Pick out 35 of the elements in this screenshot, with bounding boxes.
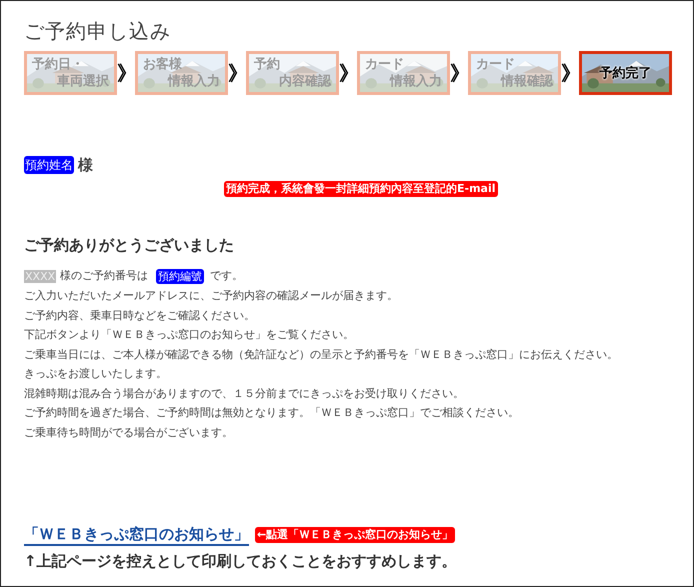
body-text: 混雑時期は混み合う場合がありますので、１５分前までにきっぷをお受け取りください。: [24, 386, 465, 402]
honorific-label: 様: [78, 154, 93, 176]
step-label: 内容確認: [278, 73, 331, 90]
body-text: です。: [210, 268, 244, 284]
step-separator: 》: [339, 60, 357, 87]
step-label: 情報入力: [166, 73, 220, 90]
print-advice-text: ↑上記ページを控えとして印刷しておくことをおすすめします。: [24, 551, 458, 572]
step-label: お客様: [143, 56, 183, 73]
annotation-note: 預約完成，系統會發一封詳細預約內容至登記的E-mail: [224, 181, 498, 197]
page-title: ご予約申し込み: [24, 19, 172, 43]
step-label: 予約日・: [32, 56, 85, 73]
section-heading: ご予約ありがとうございました: [24, 235, 235, 255]
body-text: 様のご予約番号は: [60, 268, 148, 284]
body-text: ご乗車待ち時間がでる場合がございます。: [24, 424, 234, 440]
step-label: カード: [476, 56, 516, 73]
step-label: 情報入力: [388, 73, 442, 90]
step-separator: 》: [117, 60, 135, 87]
body-text: ご予約時間を過ぎた場合、ご予約時間は無効となります。「ＷＥＢきっぷ窓口」でご相談ください。: [24, 405, 520, 421]
reservation-number-tag: 預約編號: [156, 269, 204, 284]
notice-link[interactable]: 「ＷＥＢきっぷ窓口のお知らせ」: [24, 524, 249, 546]
body-text: 下記ボタンより「ＷＥＢきっぷ窓口のお知らせ」をご覧ください。: [24, 327, 355, 343]
step-separator: 》: [228, 60, 246, 87]
step-separator: 》: [561, 60, 579, 87]
body-text: ご入力いただいたメールアドレスに、ご予約内容の確認メールが届きます。: [24, 288, 399, 304]
body-text: ご予約内容、乗車日時などをご確認ください。: [24, 308, 256, 324]
step-label: 予約完了: [598, 64, 652, 82]
body-text: きっぷをお渡しいたします。: [24, 366, 168, 382]
step-label: 予約: [254, 56, 281, 73]
step-label: 情報確認: [500, 73, 553, 90]
step-label: 車両選択: [56, 73, 109, 90]
annotation-note: ←點選「ＷＥＢきっぷ窓口のお知らせ」: [255, 527, 456, 543]
step-label: カード: [365, 56, 405, 73]
step-separator: 》: [450, 60, 468, 87]
name-placeholder-tag: 預約姓名: [24, 156, 74, 174]
body-text: ご乗車当日には、ご本人様が確認できる物（免許証など）の呈示と予約番号を「ＷＥＢきっぷ窓口」にお伝えください。: [24, 346, 619, 362]
